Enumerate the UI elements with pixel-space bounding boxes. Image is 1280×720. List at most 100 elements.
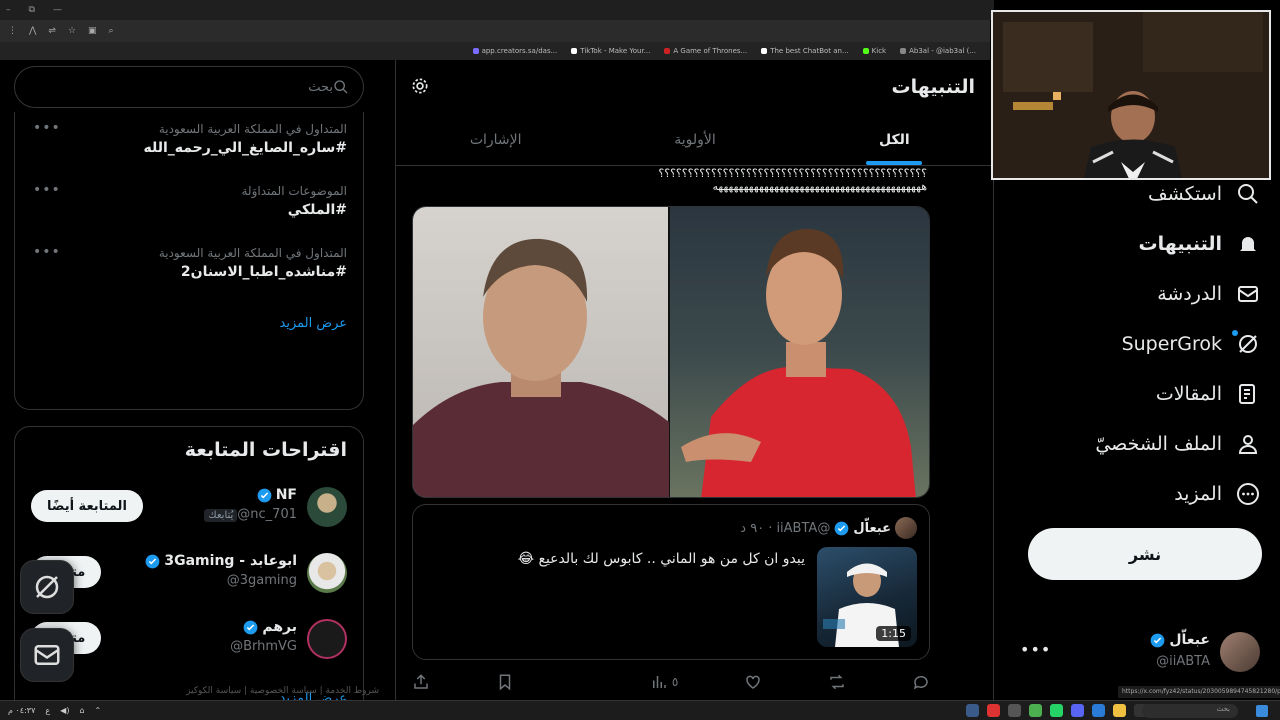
- tab-mentions[interactable]: الإشارات: [396, 114, 595, 165]
- bookmark-item[interactable]: app.creators.sa/das...: [472, 47, 557, 55]
- translate-icon[interactable]: ⇌: [48, 26, 56, 36]
- follow-suggestion[interactable]: NF يُتابعك @nc_701 المتابعة أيضًا: [31, 485, 347, 529]
- messages-float-button[interactable]: [20, 628, 74, 682]
- more-options-icon[interactable]: •••: [33, 120, 61, 136]
- post-button[interactable]: نشر: [1028, 528, 1262, 580]
- heart-icon: [746, 675, 760, 689]
- windows-start-icon[interactable]: [1256, 705, 1268, 717]
- whatsapp-icon[interactable]: [1050, 704, 1063, 717]
- avatar[interactable]: [895, 517, 917, 539]
- menu-dots-icon[interactable]: ⋮: [8, 26, 17, 36]
- extension-icon[interactable]: ⋀: [29, 26, 36, 36]
- verified-badge-icon: [243, 620, 258, 634]
- more-options-icon[interactable]: •••: [1020, 640, 1051, 659]
- volume-icon[interactable]: ◀): [60, 706, 69, 715]
- account-name: عبعاّل: [1150, 632, 1210, 648]
- language-indicator[interactable]: ع: [45, 706, 50, 715]
- trends-show-more-link[interactable]: عرض المزيد: [280, 316, 347, 331]
- search-input[interactable]: بحث: [14, 66, 364, 108]
- clock[interactable]: ٠٤:٣٧ م: [8, 706, 35, 715]
- grok-icon: [35, 575, 59, 599]
- nav-explore[interactable]: استكشف: [1148, 182, 1260, 206]
- app-icon[interactable]: [1008, 704, 1021, 717]
- trend-item[interactable]: المتداول في المملكة العربية السعودية #من…: [31, 244, 347, 296]
- trend-meta: الموضوعات المتداوَلة: [241, 184, 347, 198]
- post-text: ؟؟؟؟؟؟؟؟؟؟؟؟؟؟؟؟؟؟؟؟؟؟؟؟؟؟؟؟؟؟؟؟؟؟؟؟؟؟؟؟…: [658, 167, 927, 193]
- zoom-icon[interactable]: ⌕: [109, 26, 114, 36]
- reply-icon: [913, 675, 928, 690]
- taskbar-search[interactable]: بحث: [1142, 704, 1238, 718]
- nav-articles[interactable]: المقالات: [1156, 382, 1260, 406]
- notification-tabs: الكل الأولوية الإشارات: [396, 114, 994, 166]
- chrome-icon[interactable]: [1029, 704, 1042, 717]
- bookmark-item[interactable]: A Game of Thrones...: [664, 47, 747, 55]
- more-icon: [1237, 483, 1259, 505]
- nav-more[interactable]: المزيد: [1174, 482, 1260, 506]
- repost-button[interactable]: [828, 673, 846, 691]
- tab-all[interactable]: الكل: [795, 114, 994, 165]
- trend-item[interactable]: الموضوعات المتداوَلة #الملكي •••: [31, 182, 347, 234]
- video-duration: 1:15: [876, 626, 911, 641]
- search-placeholder: بحث: [308, 79, 333, 95]
- bookmark-item[interactable]: TikTok - Make Your...: [571, 47, 650, 55]
- avatar[interactable]: [307, 487, 347, 527]
- follow-suggestion[interactable]: برهم @BrhmVG متابعة: [31, 617, 347, 661]
- grok-float-button[interactable]: [20, 560, 74, 614]
- bookmark-star-icon[interactable]: ☆: [68, 26, 76, 36]
- bookmark-button[interactable]: [496, 673, 514, 691]
- video-thumbnail[interactable]: 1:15: [817, 547, 917, 647]
- bookmarks-bar: app.creators.sa/das... TikTok - Make You…: [0, 42, 990, 60]
- account-switcher[interactable]: عبعاّل @iiABTA •••: [1010, 628, 1260, 678]
- avatar[interactable]: [307, 619, 347, 659]
- share-button[interactable]: [412, 673, 430, 691]
- follow-suggestion[interactable]: ابوعابد - 3Gaming @3gaming متابعة: [31, 551, 347, 595]
- nav-label: استكشف: [1147, 183, 1222, 205]
- page-title: التنبيهات: [891, 76, 975, 98]
- trend-name: #مناشده_اطبا_الاسنان2: [180, 264, 347, 280]
- steam-icon[interactable]: [966, 704, 979, 717]
- quote-header: عبعاّل @iiABTA · ٩٠ د: [740, 517, 917, 539]
- app-icon[interactable]: [987, 704, 1000, 717]
- footer-links[interactable]: شروط الخدمة | سياسة الخصوصية | سياسة الك…: [186, 686, 379, 696]
- nav-notifications[interactable]: التنبيهات: [1139, 232, 1260, 256]
- bookmark-item[interactable]: Ab3al - @iab3al (...: [900, 47, 976, 55]
- trend-meta: المتداول في المملكة العربية السعودية: [158, 122, 347, 136]
- quote-author-name[interactable]: عبعاّل: [853, 521, 891, 536]
- nav-chat[interactable]: الدردشة: [1157, 282, 1260, 306]
- avatar[interactable]: [307, 553, 347, 593]
- gear-icon[interactable]: [410, 76, 430, 96]
- chevron-up-icon[interactable]: ⌃: [95, 706, 102, 715]
- trend-item[interactable]: المتداول في المملكة العربية السعودية #سا…: [31, 120, 347, 172]
- close-icon[interactable]: —: [53, 5, 62, 15]
- network-icon[interactable]: ⌂: [79, 706, 84, 715]
- verified-badge-icon: [257, 488, 272, 502]
- article-icon: [1239, 384, 1255, 404]
- trend-name: #الملكي: [287, 202, 347, 218]
- like-button[interactable]: [744, 673, 762, 691]
- os-taskbar: ٠٤:٣٧ م ع ◀) ⌂ ⌃ بحث: [0, 700, 1280, 720]
- more-options-icon[interactable]: •••: [33, 244, 61, 260]
- reply-button[interactable]: [912, 673, 930, 691]
- quote-author-handle[interactable]: @iiABTA: [776, 521, 830, 536]
- bookmark-item[interactable]: The best ChatBot an...: [761, 47, 849, 55]
- nav-supergrok[interactable]: SuperGrok: [1122, 330, 1260, 356]
- quoted-post[interactable]: عبعاّل @iiABTA · ٩٠ د يبدو ان كل من هو ا…: [412, 504, 930, 660]
- views-button[interactable]: ٥: [650, 673, 678, 691]
- restore-icon[interactable]: ⧉: [29, 5, 35, 15]
- quote-timestamp[interactable]: · ٩٠ د: [740, 521, 772, 536]
- mail-app-icon[interactable]: [1092, 704, 1105, 717]
- status-bar-url: https://x.com/fyz42/status/2030059894745…: [1118, 686, 1280, 698]
- folder-icon[interactable]: [1113, 704, 1126, 717]
- browser-toolbar: ⋮ ⋀ ⇌ ☆ ▣ ⌕: [0, 20, 990, 42]
- minimize-icon[interactable]: –: [6, 5, 11, 15]
- discord-icon[interactable]: [1071, 704, 1084, 717]
- bookmark-item[interactable]: Kick: [862, 47, 886, 55]
- post-image[interactable]: [412, 206, 930, 498]
- more-options-icon[interactable]: •••: [33, 182, 61, 198]
- bell-icon: [1240, 237, 1256, 253]
- trend-name: #ساره_الصايغ_الي_رحمه_الله: [143, 140, 347, 156]
- screenshot-icon[interactable]: ▣: [88, 26, 97, 36]
- nav-profile[interactable]: الملف الشخصيّ: [1095, 432, 1260, 456]
- follow-back-button[interactable]: المتابعة أيضًا: [31, 490, 143, 522]
- tab-priority[interactable]: الأولوية: [595, 114, 794, 165]
